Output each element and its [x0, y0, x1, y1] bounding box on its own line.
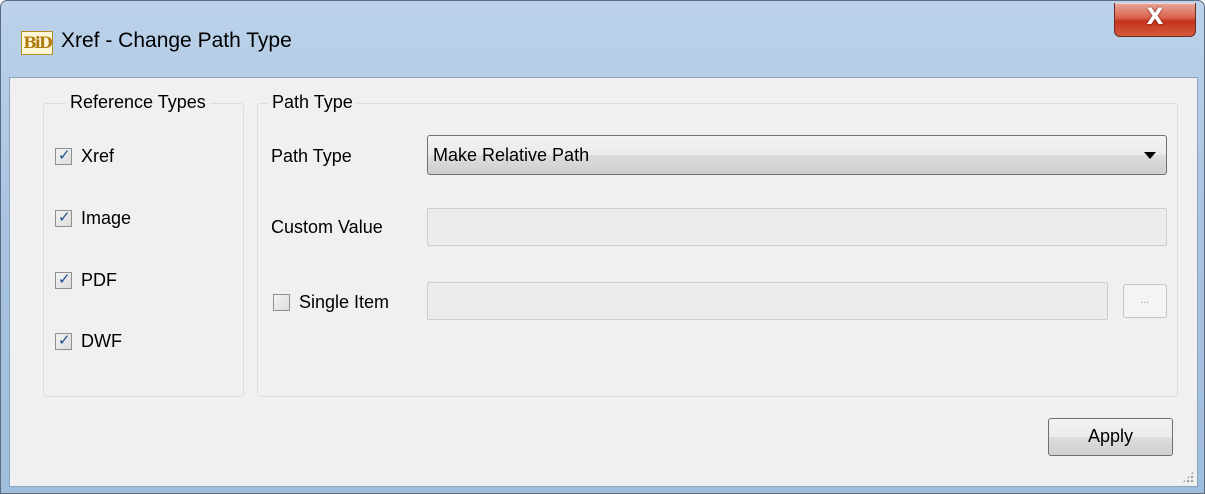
- app-logo-icon: BiD: [21, 31, 53, 55]
- reference-types-group: Reference Types Xref Image PDF DWF: [43, 92, 244, 397]
- path-type-selected-value: Make Relative Path: [433, 145, 590, 165]
- image-checkbox-label: Image: [81, 208, 132, 228]
- xref-checkbox-row[interactable]: Xref: [55, 146, 175, 170]
- custom-value-label: Custom Value: [271, 217, 383, 237]
- path-type-label: Path Type: [271, 146, 352, 166]
- close-icon: X: [1146, 5, 1164, 30]
- pdf-checkbox-row[interactable]: PDF: [55, 270, 175, 294]
- window-title: Xref - Change Path Type: [61, 29, 292, 52]
- single-item-field[interactable]: [427, 282, 1108, 320]
- dwf-checkbox-row[interactable]: DWF: [55, 331, 175, 355]
- single-item-checkbox[interactable]: [273, 294, 290, 311]
- pdf-checkbox-label: PDF: [81, 270, 117, 290]
- pdf-checkbox[interactable]: [55, 270, 72, 289]
- custom-value-field[interactable]: [427, 208, 1167, 246]
- apply-button[interactable]: Apply: [1048, 418, 1173, 456]
- path-type-group: Path Type Path Type Make Relative Path C…: [257, 92, 1178, 397]
- xref-checkbox-label: Xref: [81, 146, 115, 166]
- image-checkbox[interactable]: [55, 208, 72, 227]
- close-button[interactable]: X: [1114, 3, 1196, 37]
- dialog-client-area: Reference Types Xref Image PDF DWF Path …: [9, 77, 1198, 487]
- image-checkbox-row[interactable]: Image: [55, 208, 175, 232]
- path-type-legend: Path Type: [268, 92, 357, 113]
- resize-grip-icon[interactable]: [1182, 471, 1194, 483]
- title-bar[interactable]: BiD Xref - Change Path Type X: [1, 1, 1204, 77]
- dialog-window: BiD Xref - Change Path Type X Reference …: [0, 0, 1205, 494]
- reference-types-legend: Reference Types: [66, 92, 210, 113]
- chevron-down-icon: [1144, 152, 1156, 159]
- browse-button[interactable]: ...: [1123, 284, 1167, 318]
- path-type-dropdown[interactable]: Make Relative Path: [427, 135, 1167, 175]
- dwf-checkbox[interactable]: [55, 331, 72, 350]
- dwf-checkbox-label: DWF: [81, 331, 122, 351]
- single-item-checkbox-row[interactable]: Single Item: [273, 292, 423, 316]
- single-item-label: Single Item: [299, 292, 390, 312]
- xref-checkbox[interactable]: [55, 146, 72, 165]
